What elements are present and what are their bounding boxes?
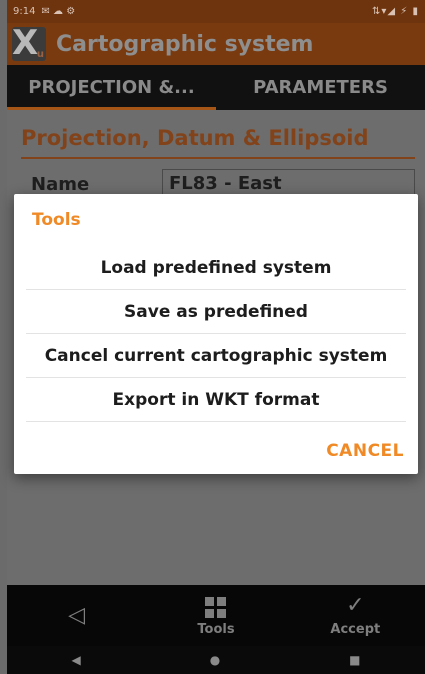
section-divider	[21, 157, 415, 159]
app-title: Cartographic system	[56, 31, 314, 57]
back-triangle-icon: ◁	[68, 602, 86, 628]
tab-projection-label: PROJECTION &...	[28, 77, 195, 98]
bottom-toolbar: ◁ Tools ✓ Accept	[7, 585, 425, 646]
nav-recents-icon[interactable]: ■	[349, 653, 360, 667]
accept-button[interactable]: ✓ Accept	[286, 585, 425, 646]
back-button[interactable]: ◁	[7, 585, 146, 646]
tab-parameters[interactable]: PARAMETERS	[216, 65, 425, 110]
tab-parameters-label: PARAMETERS	[253, 77, 388, 98]
app-logo-icon: X u	[12, 27, 46, 61]
system-nav-bar: ◀ ● ■	[7, 646, 425, 674]
tab-bar: PROJECTION &... PARAMETERS	[7, 65, 425, 110]
tab-projection[interactable]: PROJECTION &...	[7, 65, 216, 110]
tools-dialog: Tools Load predefined system Save as pre…	[14, 194, 418, 474]
nav-home-icon[interactable]: ●	[210, 653, 220, 667]
status-bar: 9:14 ✉ ☁ ⚙ ⇅▾◢ ⚡ ▮	[7, 0, 425, 23]
dialog-title: Tools	[32, 210, 81, 230]
system-status-icons: ⇅▾◢ ⚡ ▮	[372, 6, 419, 17]
export-wkt-item[interactable]: Export in WKT format	[26, 378, 406, 422]
save-as-predefined-item[interactable]: Save as predefined	[26, 290, 406, 334]
name-label: Name	[31, 174, 90, 195]
grid-icon	[205, 596, 227, 618]
section-title: Projection, Datum & Ellipsoid	[21, 126, 369, 150]
tools-button[interactable]: Tools	[146, 585, 285, 646]
app-screen: 9:14 ✉ ☁ ⚙ ⇅▾◢ ⚡ ▮ X u Cartographic syst…	[7, 0, 425, 674]
accept-button-label: Accept	[330, 622, 381, 637]
tools-menu: Load predefined system Save as predefine…	[26, 246, 406, 422]
app-bar: X u Cartographic system	[7, 23, 425, 65]
nav-back-icon[interactable]: ◀	[71, 653, 80, 667]
dialog-cancel-button[interactable]: CANCEL	[326, 441, 404, 461]
tools-button-label: Tools	[197, 621, 235, 637]
cancel-current-system-item[interactable]: Cancel current cartographic system	[26, 334, 406, 378]
status-time: 9:14	[13, 6, 36, 17]
check-icon: ✓	[346, 593, 365, 618]
notification-icons: ✉ ☁ ⚙	[41, 6, 76, 17]
load-predefined-system-item[interactable]: Load predefined system	[26, 246, 406, 290]
